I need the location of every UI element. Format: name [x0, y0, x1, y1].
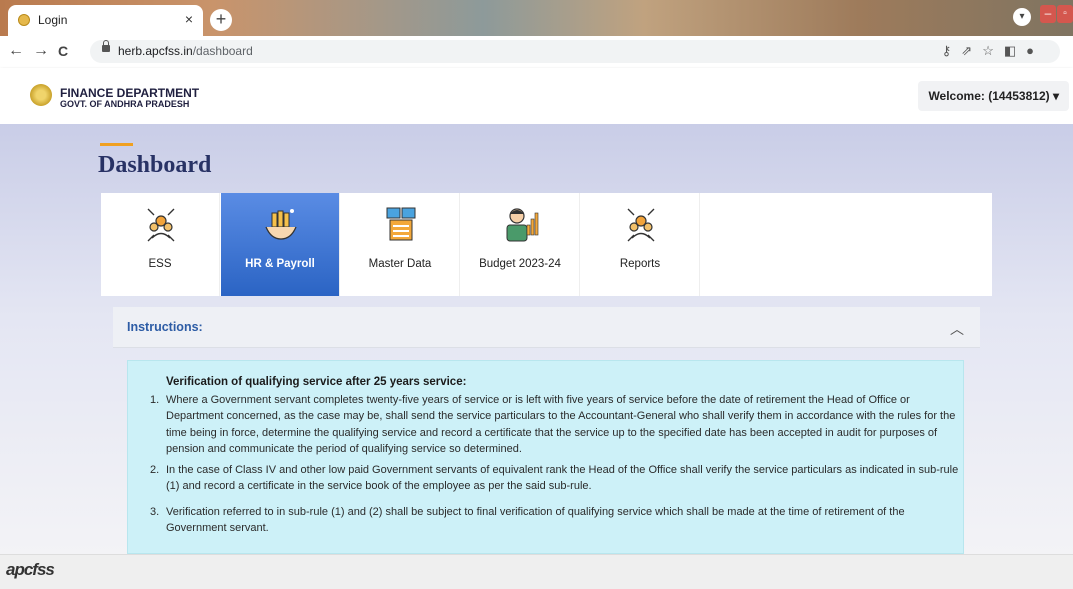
caret-down-icon: ▾ — [1052, 89, 1059, 103]
site-header: FINANCE DEPARTMENT GOVT. OF ANDHRA PRADE… — [0, 68, 1073, 124]
government-name: GOVT. OF ANDHRA PRADESH — [60, 99, 190, 109]
ap-emblem-icon — [30, 84, 52, 106]
hands-money-icon — [265, 209, 297, 240]
module-reports[interactable]: Reports — [581, 193, 700, 296]
page-title: Dashboard — [98, 152, 212, 178]
instructions-panel: Verification of qualifying service after… — [127, 360, 964, 554]
network-people-icon — [627, 208, 655, 242]
key-icon: ⚷ — [941, 43, 962, 58]
address-bar[interactable]: herb.apcfss.in/dashboard ⚷⇗☆◧● — [90, 40, 1060, 63]
browser-tabstrip: Login × + ▾ – ▫ — [0, 0, 1073, 36]
browser-toolbar: ← → C herb.apcfss.in/dashboard ⚷⇗☆◧● — [0, 36, 1073, 69]
url-text: herb.apcfss.in/dashboard — [118, 44, 253, 58]
list-item: 3. Verification referred to in sub-rule … — [150, 506, 905, 535]
new-tab-button[interactable]: + — [210, 9, 232, 31]
data-server-icon — [386, 207, 416, 241]
share-icon: ⇗ — [961, 43, 983, 58]
title-accent-bar — [100, 143, 133, 146]
module-hr-payroll[interactable]: HR & Payroll — [221, 193, 340, 296]
browser-tab[interactable]: Login × — [8, 5, 203, 36]
department-name: FINANCE DEPARTMENT — [60, 86, 200, 100]
instructions-title: Instructions: — [127, 320, 203, 334]
budget-person-chart-icon — [506, 208, 539, 242]
tab-close-icon[interactable]: × — [185, 11, 193, 27]
star-icon: ☆ — [982, 43, 1004, 58]
reload-icon[interactable]: C — [58, 43, 68, 59]
tab-title: Login — [38, 13, 68, 27]
module-label: Reports — [619, 258, 661, 270]
module-menu: ESS HR & Payroll Master Data Budget 2023… — [101, 193, 992, 296]
site-favicon-icon — [18, 14, 30, 26]
forward-arrow-icon[interactable]: → — [33, 42, 49, 60]
sidepanel-icon: ◧ — [1003, 43, 1027, 58]
profile-icon: ● — [1026, 43, 1044, 58]
list-item: 2. In the case of Class IV and other low… — [150, 464, 959, 493]
apcfss-logo: apcfss — [6, 560, 55, 579]
footer: apcfss — [0, 554, 1073, 589]
module-label: Master Data — [368, 258, 432, 270]
module-master-data[interactable]: Master Data — [341, 193, 460, 296]
minimize-button[interactable]: – — [1040, 5, 1056, 23]
instructions-accordion-header[interactable]: Instructions: ︿ — [113, 307, 980, 348]
toolbar-icons[interactable]: ⚷⇗☆◧● — [942, 43, 1044, 59]
back-arrow-icon[interactable]: ← — [8, 42, 24, 60]
welcome-user-menu[interactable]: Welcome: (14453812) ▾ — [918, 81, 1069, 111]
chevron-up-icon[interactable]: ︿ — [950, 319, 964, 339]
module-budget[interactable]: Budget 2023-24 — [461, 193, 580, 296]
lock-icon — [102, 40, 110, 52]
network-people-icon — [147, 208, 175, 242]
module-label: ESS — [148, 258, 172, 270]
module-ess[interactable]: ESS — [101, 193, 220, 296]
list-item: 1. Where a Government servant completes … — [150, 394, 956, 455]
restore-button[interactable]: ▫ — [1057, 5, 1073, 23]
instructions-heading: Verification of qualifying service after… — [166, 376, 467, 388]
module-label: Budget 2023-24 — [479, 258, 561, 270]
tab-search-icon[interactable]: ▾ — [1013, 8, 1031, 26]
module-label: HR & Payroll — [245, 258, 315, 270]
